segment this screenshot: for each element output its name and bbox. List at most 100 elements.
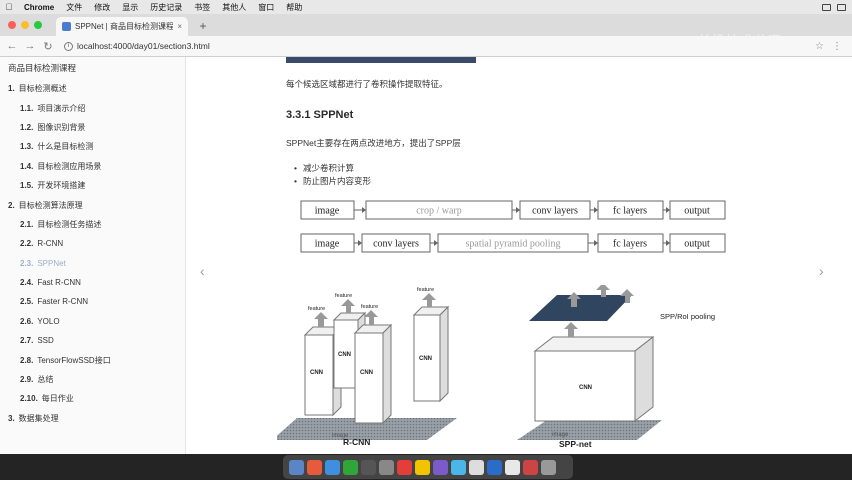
back-icon[interactable]: ← [6,40,18,52]
sidebar-item-label: 图像识别背景 [37,122,86,132]
tab-active[interactable]: SPPNet | 商品目标检测课程资 × [56,17,188,36]
sidebar-item[interactable]: 1.1. 项目演示介绍 [0,98,185,117]
sppnet-caption: SPP-net [559,439,592,449]
pipe2-fc: fc layers [613,239,647,250]
terminal-icon[interactable] [361,459,376,475]
sidebar-item-number: 2.9. [20,375,34,385]
apple-icon[interactable]:  [0,2,18,12]
sidebar-item-label: SPPNet [37,258,66,268]
sidebar-item[interactable]: 2.6. YOLO [0,312,185,331]
sidebar-item-label: Fast R-CNN [37,278,81,288]
browser-toolbar: ← → ↻ i localhost:4000/day01/section3.ht… [0,36,852,57]
sidebar-item[interactable]: 2.2. R-CNN [0,234,185,253]
app-icon[interactable] [487,459,502,475]
sidebar-item[interactable]: 2.9. 总结 [0,370,185,389]
top-image-strip [286,57,476,63]
app-icon[interactable] [523,459,538,475]
rcnn-cnn-label: CNN [338,352,351,358]
feature-label: feature [361,304,378,310]
section-heading: 3.3.1 SPPNet [286,109,354,121]
battery-icon[interactable] [822,3,831,11]
sidebar-item[interactable]: 2.7. SSD [0,331,185,350]
sidebar-item-label: TensorFlowSSD接口 [37,355,111,365]
app-icon[interactable] [451,459,466,475]
minimize-window-icon[interactable] [21,21,29,29]
menu-edit[interactable]: 修改 [88,2,116,13]
info-icon[interactable]: i [64,41,73,51]
menu-history[interactable]: 历史记录 [144,2,188,13]
reload-icon[interactable]: ↻ [42,40,54,53]
menu-bookmarks[interactable]: 书签 [188,2,216,13]
bullet-item: 减少卷积计算 [294,161,371,174]
sidebar-item[interactable]: 1.3. 什么是目标检测 [0,137,185,156]
forward-icon[interactable]: → [24,40,36,52]
finder-icon[interactable] [289,459,304,475]
sidebar-item-label: 目标检测概述 [18,84,67,94]
sidebar-item[interactable]: 1.2. 图像识别背景 [0,118,185,137]
rcnn-vs-sppnet-figure: image CNN feature CNN feature CNN featur… [277,285,715,449]
app-icon[interactable] [307,459,322,475]
star-icon[interactable]: ☆ [815,41,824,52]
address-bar[interactable]: i localhost:4000/day01/section3.html [64,39,210,54]
description-paragraph: SPPNet主要存在两点改进地方，提出了SPP层 [286,138,461,148]
spp-cnn-label: CNN [579,385,592,391]
menu-view[interactable]: 显示 [116,2,144,13]
sidebar-item-label: 目标检测任务描述 [37,219,102,229]
sidebar-item[interactable]: 2.3. SPPNet [0,254,185,273]
rcnn-tower: CNN feature [412,287,450,403]
new-tab-icon[interactable]: + [196,19,210,33]
pipe1-output: output [684,206,710,217]
app-icon[interactable] [415,459,430,475]
sidebar-item[interactable]: 2.10. 每日作业 [0,389,185,408]
tab-strip: SPPNet | 商品目标检测课程资 × + AI前沿技术分享 [0,14,852,48]
app-icon[interactable] [469,459,484,475]
pipe1-fc: fc layers [613,206,647,217]
menu-dots-icon[interactable]: ⋮ [832,41,842,52]
app-icon[interactable] [379,459,394,475]
prev-page-icon[interactable]: ‹ [200,263,205,279]
close-window-icon[interactable] [8,21,16,29]
menu-people[interactable]: 其他人 [216,2,252,13]
intro-paragraph: 每个候选区域都进行了卷积操作提取特征。 [286,79,448,89]
sidebar-item-number: 2.4. [20,278,34,288]
sidebar-item-number: 1.4. [20,161,34,171]
trash-icon[interactable] [541,459,556,475]
app-icon[interactable] [505,459,520,475]
sidebar-item-number: 1. [8,84,15,94]
sidebar-item[interactable]: 3. 数据集处理 [0,409,185,428]
sidebar-title[interactable]: 商品目标检测课程 [0,57,185,79]
pipe1-conv: conv layers [532,206,578,217]
sidebar-item[interactable]: 1.4. 目标检测应用场景 [0,157,185,176]
display-icon[interactable] [837,3,846,11]
rcnn-cnn-label: CNN [310,370,323,376]
app-icon[interactable] [343,459,358,475]
sidebar-item[interactable]: 2.1. 目标检测任务描述 [0,215,185,234]
app-icon[interactable] [397,459,412,475]
next-page-icon[interactable]: › [819,263,824,279]
sidebar-item[interactable]: 1.5. 开发环境搭建 [0,176,185,195]
sidebar-list: 1. 目标检测概述 1.1. 项目演示介绍 1.2. 图像识别背景 1.3. 什么是目标检测 1… [0,79,185,428]
pipe2-spp: spatial pyramid pooling [466,239,561,250]
sidebar-item[interactable]: 1. 目标检测概述 [0,79,185,98]
sidebar-item-label: YOLO [37,316,60,326]
sidebar-item[interactable]: 2.5. Faster R-CNN [0,292,185,311]
sidebar-item[interactable]: 2. 目标检测算法原理 [0,195,185,214]
menu-chrome[interactable]: Chrome [18,3,60,12]
feature-label: feature [417,287,434,293]
sidebar-item[interactable]: 2.4. Fast R-CNN [0,273,185,292]
rcnn-cnn-label: CNN [419,356,432,362]
maximize-window-icon[interactable] [34,21,42,29]
sidebar-item-label: 什么是目标检测 [37,142,94,152]
menu-window[interactable]: 窗口 [252,2,280,13]
safari-icon[interactable] [325,459,340,475]
menu-file[interactable]: 文件 [60,2,88,13]
sidebar-item-label: 项目演示介绍 [37,103,86,113]
sidebar-item-number: 2.6. [20,316,34,326]
rcnn-cnn-label: CNN [360,370,373,376]
dock [283,455,573,479]
app-icon[interactable] [433,459,448,475]
close-tab-icon[interactable]: × [177,22,182,31]
sidebar-item[interactable]: 2.8. TensorFlowSSD接口 [0,350,185,369]
pipe2-image: image [315,239,340,250]
menu-help[interactable]: 帮助 [280,2,308,13]
